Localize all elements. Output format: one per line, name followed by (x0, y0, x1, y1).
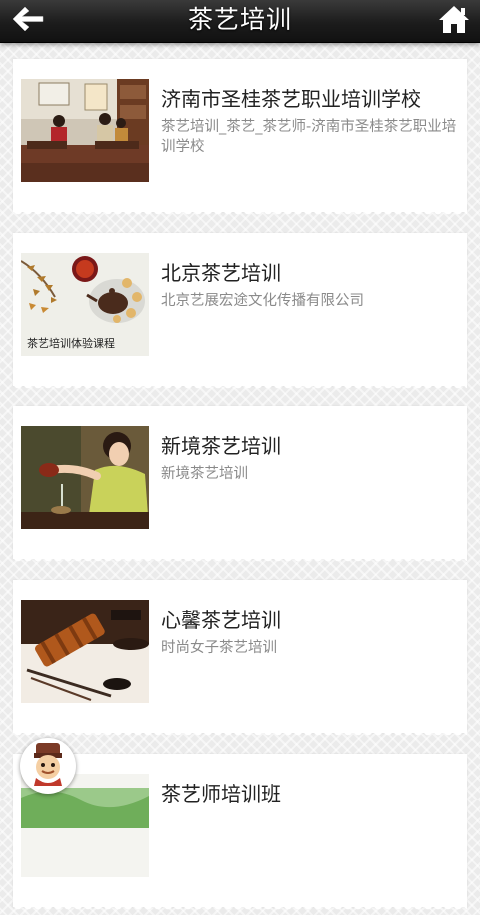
item-description: 时尚女子茶艺培训 (161, 640, 277, 656)
thumbnail-classroom (21, 79, 149, 182)
chef-avatar-icon (24, 740, 72, 792)
top-bar: 茶艺培训 (0, 0, 480, 43)
home-icon (438, 4, 470, 38)
item-description: 新境茶艺培训 (161, 466, 248, 482)
list-item[interactable]: 茶艺培训体验课程 北京茶艺培训 北京艺展宏途文化传播有限公司 (13, 233, 467, 394)
thumbnail-caption: 茶艺培训体验课程 (27, 336, 115, 350)
item-title: 北京茶艺培训 (161, 261, 281, 285)
item-description: 茶艺培训_茶艺_茶艺师-济南市圣桂茶艺职业培训学校 (161, 119, 457, 155)
item-title: 济南市圣桂茶艺职业培训学校 (161, 87, 421, 111)
list-item[interactable]: 新境茶艺培训 新境茶艺培训 (13, 406, 467, 567)
list-item[interactable]: 心馨茶艺培训 时尚女子茶艺培训 (13, 580, 467, 741)
list-item[interactable]: 济南市圣桂茶艺职业培训学校 茶艺培训_茶艺_茶艺师-济南市圣桂茶艺职业培训学校 (13, 59, 467, 220)
item-title: 心馨茶艺培训 (161, 608, 281, 632)
list-item[interactable]: 茶艺师培训班 (13, 754, 467, 915)
item-title: 新境茶艺培训 (161, 434, 281, 458)
thumbnail-teaset: 茶艺培训体验课程 (21, 253, 149, 356)
thumbnail-bamboo-tools (21, 600, 149, 703)
floating-chat-button[interactable] (20, 738, 76, 794)
home-button[interactable] (434, 2, 474, 40)
page-title: 茶艺培训 (187, 5, 292, 34)
item-description: 北京艺展宏途文化传播有限公司 (161, 293, 364, 309)
thumbnail-tea-pouring (21, 426, 149, 529)
item-title: 茶艺师培训班 (161, 782, 281, 806)
